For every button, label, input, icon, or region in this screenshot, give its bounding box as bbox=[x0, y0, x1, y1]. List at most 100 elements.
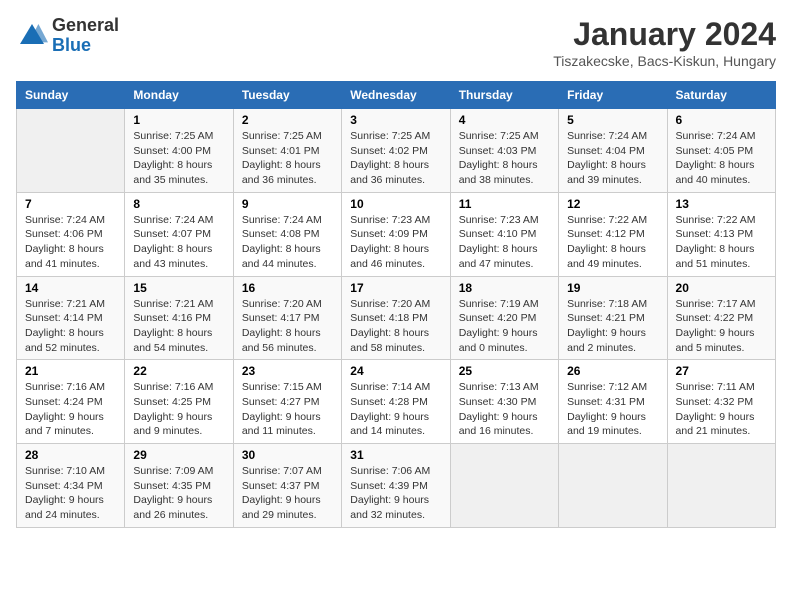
page-header: General Blue January 2024 Tiszakecske, B… bbox=[16, 16, 776, 69]
logo-general: General bbox=[52, 16, 119, 36]
day-info: Sunrise: 7:24 AMSunset: 4:04 PMDaylight:… bbox=[567, 129, 658, 188]
day-info: Sunrise: 7:07 AMSunset: 4:37 PMDaylight:… bbox=[242, 464, 333, 523]
day-number: 28 bbox=[25, 448, 116, 462]
day-cell: 7Sunrise: 7:24 AMSunset: 4:06 PMDaylight… bbox=[17, 192, 125, 276]
logo-blue: Blue bbox=[52, 36, 119, 56]
day-info: Sunrise: 7:25 AMSunset: 4:01 PMDaylight:… bbox=[242, 129, 333, 188]
day-cell: 24Sunrise: 7:14 AMSunset: 4:28 PMDayligh… bbox=[342, 360, 450, 444]
day-info: Sunrise: 7:24 AMSunset: 4:06 PMDaylight:… bbox=[25, 213, 116, 272]
header-monday: Monday bbox=[125, 82, 233, 109]
day-cell: 14Sunrise: 7:21 AMSunset: 4:14 PMDayligh… bbox=[17, 276, 125, 360]
header-saturday: Saturday bbox=[667, 82, 775, 109]
day-cell: 8 Sunrise: 7:24 AMSunset: 4:07 PMDaylight… bbox=[125, 192, 233, 276]
day-cell bbox=[667, 444, 775, 528]
day-info: Sunrise: 7:24 AMSunset: 4:07 PMDaylight:… bbox=[133, 213, 224, 272]
day-info: Sunrise: 7:10 AMSunset: 4:34 PMDaylight:… bbox=[25, 464, 116, 523]
day-number: 8 bbox=[133, 197, 224, 211]
day-info: Sunrise: 7:20 AMSunset: 4:17 PMDaylight:… bbox=[242, 297, 333, 356]
day-cell: 29 Sunrise: 7:09 AMSunset: 4:35 PMDayligh… bbox=[125, 444, 233, 528]
day-number: 6 bbox=[676, 113, 767, 127]
day-cell bbox=[450, 444, 558, 528]
day-cell bbox=[559, 444, 667, 528]
day-cell: 10 Sunrise: 7:23 AMSunset: 4:09 PMDayligh… bbox=[342, 192, 450, 276]
day-info: Sunrise: 7:22 AMSunset: 4:13 PMDaylight:… bbox=[676, 213, 767, 272]
day-cell: 3 Sunrise: 7:25 AMSunset: 4:02 PMDaylight… bbox=[342, 109, 450, 193]
day-number: 23 bbox=[242, 364, 333, 378]
day-number: 22 bbox=[133, 364, 224, 378]
day-number: 14 bbox=[25, 281, 116, 295]
day-number: 24 bbox=[350, 364, 441, 378]
header-tuesday: Tuesday bbox=[233, 82, 341, 109]
day-info: Sunrise: 7:25 AMSunset: 4:02 PMDaylight:… bbox=[350, 129, 441, 188]
day-number: 21 bbox=[25, 364, 116, 378]
week-row-2: 7Sunrise: 7:24 AMSunset: 4:06 PMDaylight… bbox=[17, 192, 776, 276]
day-number: 3 bbox=[350, 113, 441, 127]
header-thursday: Thursday bbox=[450, 82, 558, 109]
day-info: Sunrise: 7:06 AMSunset: 4:39 PMDaylight:… bbox=[350, 464, 441, 523]
day-cell: 2 Sunrise: 7:25 AMSunset: 4:01 PMDaylight… bbox=[233, 109, 341, 193]
day-number: 15 bbox=[133, 281, 224, 295]
day-number: 25 bbox=[459, 364, 550, 378]
week-row-5: 28 Sunrise: 7:10 AMSunset: 4:34 PMDayligh… bbox=[17, 444, 776, 528]
day-cell bbox=[17, 109, 125, 193]
day-number: 11 bbox=[459, 197, 550, 211]
day-number: 17 bbox=[350, 281, 441, 295]
day-cell: 21 Sunrise: 7:16 AMSunset: 4:24 PMDayligh… bbox=[17, 360, 125, 444]
day-cell: 16 Sunrise: 7:20 AMSunset: 4:17 PMDayligh… bbox=[233, 276, 341, 360]
week-row-4: 21 Sunrise: 7:16 AMSunset: 4:24 PMDayligh… bbox=[17, 360, 776, 444]
day-number: 2 bbox=[242, 113, 333, 127]
day-cell: 11Sunrise: 7:23 AMSunset: 4:10 PMDayligh… bbox=[450, 192, 558, 276]
day-cell: 15 Sunrise: 7:21 AMSunset: 4:16 PMDayligh… bbox=[125, 276, 233, 360]
day-number: 30 bbox=[242, 448, 333, 462]
day-cell: 13 Sunrise: 7:22 AMSunset: 4:13 PMDayligh… bbox=[667, 192, 775, 276]
day-info: Sunrise: 7:21 AMSunset: 4:16 PMDaylight:… bbox=[133, 297, 224, 356]
day-info: Sunrise: 7:12 AMSunset: 4:31 PMDaylight:… bbox=[567, 380, 658, 439]
day-cell: 26Sunrise: 7:12 AMSunset: 4:31 PMDayligh… bbox=[559, 360, 667, 444]
day-info: Sunrise: 7:16 AMSunset: 4:25 PMDaylight:… bbox=[133, 380, 224, 439]
day-number: 31 bbox=[350, 448, 441, 462]
day-number: 5 bbox=[567, 113, 658, 127]
header-friday: Friday bbox=[559, 82, 667, 109]
day-info: Sunrise: 7:09 AMSunset: 4:35 PMDaylight:… bbox=[133, 464, 224, 523]
day-cell: 4Sunrise: 7:25 AMSunset: 4:03 PMDaylight… bbox=[450, 109, 558, 193]
logo: General Blue bbox=[16, 16, 119, 56]
day-cell: 1Sunrise: 7:25 AMSunset: 4:00 PMDaylight… bbox=[125, 109, 233, 193]
header-sunday: Sunday bbox=[17, 82, 125, 109]
day-number: 12 bbox=[567, 197, 658, 211]
day-info: Sunrise: 7:20 AMSunset: 4:18 PMDaylight:… bbox=[350, 297, 441, 356]
day-cell: 31 Sunrise: 7:06 AMSunset: 4:39 PMDayligh… bbox=[342, 444, 450, 528]
day-info: Sunrise: 7:23 AMSunset: 4:09 PMDaylight:… bbox=[350, 213, 441, 272]
day-number: 1 bbox=[133, 113, 224, 127]
week-row-1: 1Sunrise: 7:25 AMSunset: 4:00 PMDaylight… bbox=[17, 109, 776, 193]
day-cell: 25Sunrise: 7:13 AMSunset: 4:30 PMDayligh… bbox=[450, 360, 558, 444]
day-cell: 12 Sunrise: 7:22 AMSunset: 4:12 PMDayligh… bbox=[559, 192, 667, 276]
calendar-table: SundayMondayTuesdayWednesdayThursdayFrid… bbox=[16, 81, 776, 528]
day-info: Sunrise: 7:22 AMSunset: 4:12 PMDaylight:… bbox=[567, 213, 658, 272]
day-cell: 28 Sunrise: 7:10 AMSunset: 4:34 PMDayligh… bbox=[17, 444, 125, 528]
day-cell: 22 Sunrise: 7:16 AMSunset: 4:25 PMDayligh… bbox=[125, 360, 233, 444]
day-number: 16 bbox=[242, 281, 333, 295]
day-number: 13 bbox=[676, 197, 767, 211]
day-number: 20 bbox=[676, 281, 767, 295]
day-cell: 23 Sunrise: 7:15 AMSunset: 4:27 PMDayligh… bbox=[233, 360, 341, 444]
header-row: SundayMondayTuesdayWednesdayThursdayFrid… bbox=[17, 82, 776, 109]
day-cell: 27Sunrise: 7:11 AMSunset: 4:32 PMDayligh… bbox=[667, 360, 775, 444]
day-cell: 18Sunrise: 7:19 AMSunset: 4:20 PMDayligh… bbox=[450, 276, 558, 360]
day-info: Sunrise: 7:16 AMSunset: 4:24 PMDaylight:… bbox=[25, 380, 116, 439]
day-cell: 9Sunrise: 7:24 AMSunset: 4:08 PMDaylight… bbox=[233, 192, 341, 276]
day-info: Sunrise: 7:11 AMSunset: 4:32 PMDaylight:… bbox=[676, 380, 767, 439]
day-info: Sunrise: 7:18 AMSunset: 4:21 PMDaylight:… bbox=[567, 297, 658, 356]
header-wednesday: Wednesday bbox=[342, 82, 450, 109]
day-number: 10 bbox=[350, 197, 441, 211]
day-cell: 17 Sunrise: 7:20 AMSunset: 4:18 PMDayligh… bbox=[342, 276, 450, 360]
logo-text: General Blue bbox=[52, 16, 119, 56]
day-cell: 6 Sunrise: 7:24 AMSunset: 4:05 PMDaylight… bbox=[667, 109, 775, 193]
title-section: January 2024 Tiszakecske, Bacs-Kiskun, H… bbox=[553, 16, 776, 69]
subtitle: Tiszakecske, Bacs-Kiskun, Hungary bbox=[553, 53, 776, 69]
day-number: 9 bbox=[242, 197, 333, 211]
day-number: 18 bbox=[459, 281, 550, 295]
day-info: Sunrise: 7:15 AMSunset: 4:27 PMDaylight:… bbox=[242, 380, 333, 439]
day-number: 29 bbox=[133, 448, 224, 462]
day-info: Sunrise: 7:24 AMSunset: 4:05 PMDaylight:… bbox=[676, 129, 767, 188]
day-cell: 30 Sunrise: 7:07 AMSunset: 4:37 PMDayligh… bbox=[233, 444, 341, 528]
